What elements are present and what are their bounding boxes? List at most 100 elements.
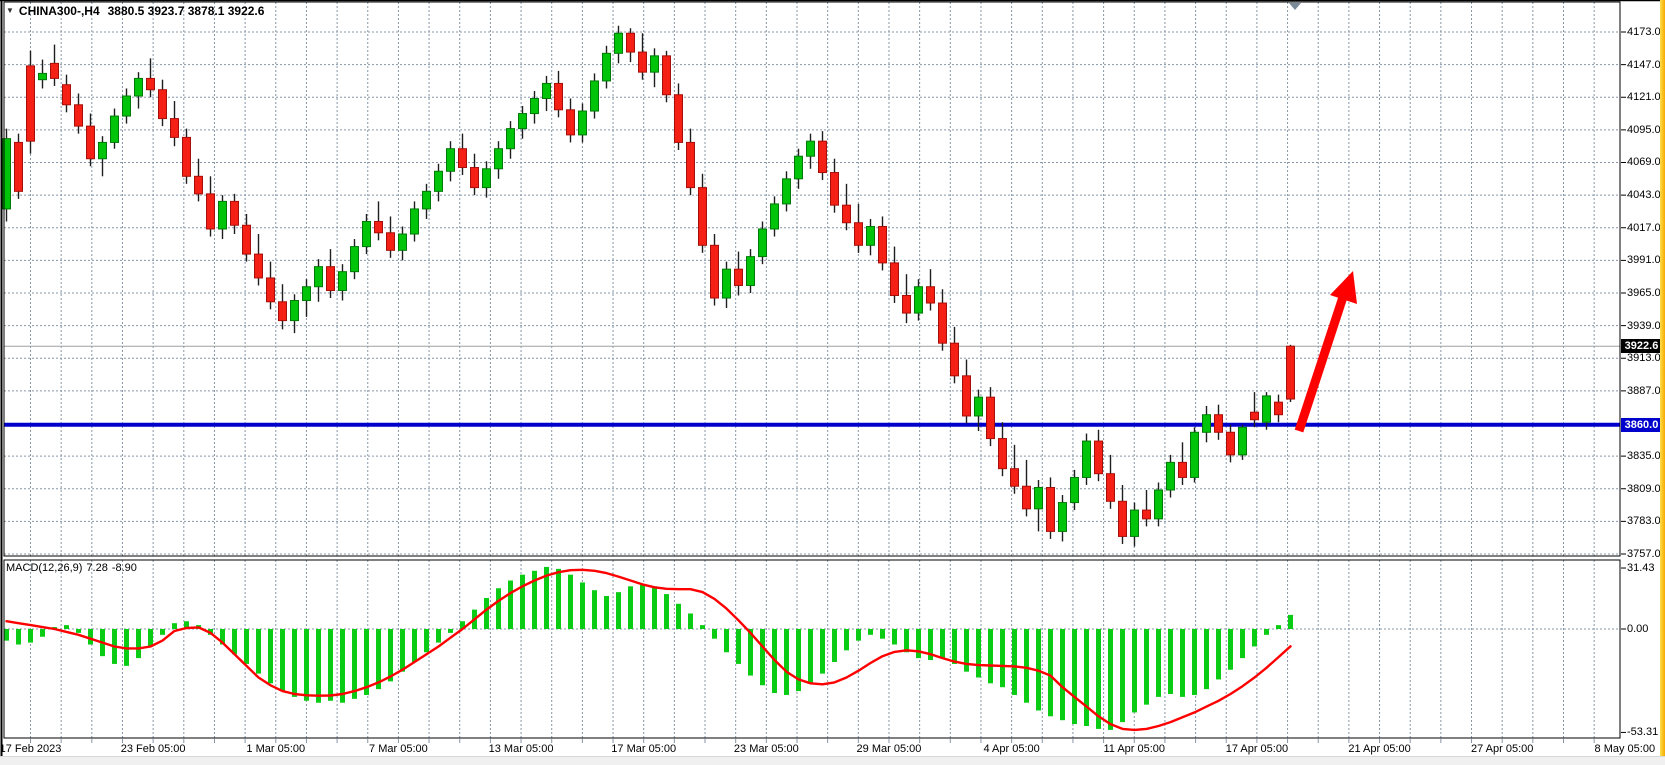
price-axis-label: 3939.0 — [1627, 319, 1661, 333]
macd-bar — [496, 588, 501, 629]
candle-body-bear — [879, 226, 887, 262]
candle-body-bear — [231, 201, 239, 225]
candle-body-bull — [351, 247, 359, 272]
macd-bar — [652, 586, 657, 629]
candle-body-bull — [399, 234, 407, 250]
candle-body-bull — [435, 171, 443, 191]
candle-body-bull — [543, 83, 551, 98]
candle-body-bull — [495, 149, 503, 169]
candle-body-bull — [867, 226, 875, 245]
chart-dropdown-icon[interactable]: ▼ — [6, 6, 14, 15]
candle-body-bull — [1131, 510, 1139, 536]
macd-bar — [340, 629, 345, 703]
macd-bar — [784, 629, 789, 695]
candle-body-bull — [1191, 432, 1199, 477]
macd-bar — [1228, 629, 1233, 670]
candle-body-bear — [1143, 510, 1151, 519]
candle-body-bull — [303, 287, 311, 301]
macd-bar — [760, 629, 765, 685]
candle-body-bull — [219, 201, 227, 229]
candle-body-bull — [783, 179, 791, 204]
price-axis-label: 3965.0 — [1627, 286, 1661, 300]
candle-body-bear — [1023, 486, 1031, 509]
chart-canvas[interactable] — [0, 0, 1665, 765]
candle-body-bull — [363, 221, 371, 246]
macd-bar — [376, 629, 381, 689]
macd-bar — [628, 586, 633, 629]
candle-body-bear — [207, 194, 215, 229]
macd-bar — [1180, 629, 1185, 697]
candle-body-bear — [1119, 501, 1127, 536]
candle-body-bear — [147, 78, 155, 89]
candle-body-bull — [111, 116, 119, 142]
macd-bar — [952, 629, 957, 664]
macd-bar — [940, 629, 945, 658]
macd-bar — [256, 629, 261, 674]
macd-bar — [592, 590, 597, 629]
time-axis-label: 4 Apr 05:00 — [983, 742, 1039, 756]
candle-body-bull — [651, 56, 659, 72]
candle-body-bear — [51, 63, 59, 78]
candle-body-bear — [567, 110, 575, 135]
macd-bar — [160, 629, 165, 635]
macd-bar — [1000, 629, 1005, 687]
candle-body-bull — [579, 111, 587, 135]
time-axis-label: 23 Mar 05:00 — [734, 742, 799, 756]
price-axis-label: 4095.0 — [1627, 123, 1661, 137]
macd-indicator-label: MACD(12,26,9)7.28-8.90 — [6, 562, 141, 574]
candle-body-bear — [555, 83, 563, 109]
candle-body-bear — [891, 263, 899, 296]
macd-bar — [1072, 629, 1077, 724]
macd-bar — [232, 629, 237, 654]
macd-bar — [580, 582, 585, 629]
candle-body-bear — [195, 176, 203, 194]
macd-bar — [40, 629, 45, 637]
candle-body-bear — [687, 142, 695, 187]
time-axis-label: 7 Mar 05:00 — [369, 742, 428, 756]
hline-price-badge: 3860.0 — [1621, 418, 1662, 432]
price-axis-label: 3835.0 — [1627, 449, 1661, 463]
candle-body-bull — [507, 129, 515, 149]
price-axis-label: 3809.0 — [1627, 482, 1661, 496]
macd-bar — [448, 629, 453, 633]
candle-body-bull — [531, 99, 539, 114]
macd-name: MACD(12,26,9) — [6, 562, 82, 574]
window-bottom-strip — [0, 756, 1665, 765]
time-axis-label: 17 Feb 2023 — [0, 742, 61, 756]
candle-body-bear — [63, 85, 71, 105]
ohlc-values: 3880.5 3923.7 3878.1 3922.6 — [108, 4, 265, 18]
macd-bar — [568, 575, 573, 629]
macd-main-value: 7.28 — [86, 562, 107, 574]
price-axis-label: 3757.0 — [1627, 547, 1661, 561]
candle-body-bull — [135, 78, 143, 96]
candle-body-bear — [1251, 412, 1259, 420]
macd-bar — [880, 629, 885, 639]
candle-body-bear — [387, 233, 395, 251]
macd-bar — [1204, 629, 1209, 689]
candle-body-bear — [999, 439, 1007, 469]
macd-bar — [400, 629, 405, 672]
candle-body-bear — [1275, 402, 1283, 415]
candle-body-bull — [39, 73, 47, 79]
price-axis-label: 4069.0 — [1627, 155, 1661, 169]
macd-bar — [364, 629, 369, 695]
candle-body-bear — [471, 168, 479, 188]
time-axis-label: 13 Mar 05:00 — [489, 742, 554, 756]
candle-body-bull — [1203, 415, 1211, 433]
time-axis-label: 21 Apr 05:00 — [1348, 742, 1410, 756]
candle-body-bear — [843, 205, 851, 223]
candle-body-bear — [243, 225, 251, 254]
candle-body-bear — [675, 95, 683, 143]
macd-bar — [244, 629, 249, 664]
macd-bar — [676, 604, 681, 629]
macd-bar — [508, 581, 513, 630]
candle-body-bull — [1035, 487, 1043, 508]
macd-axis-label: -53.31 — [1627, 725, 1658, 739]
macd-bar — [1252, 629, 1257, 646]
macd-bar — [1288, 615, 1293, 629]
time-axis-label: 29 Mar 05:00 — [857, 742, 922, 756]
candle-body-bear — [627, 33, 635, 52]
macd-bar — [856, 629, 861, 641]
macd-bar — [304, 629, 309, 701]
candle-body-bear — [459, 149, 467, 168]
